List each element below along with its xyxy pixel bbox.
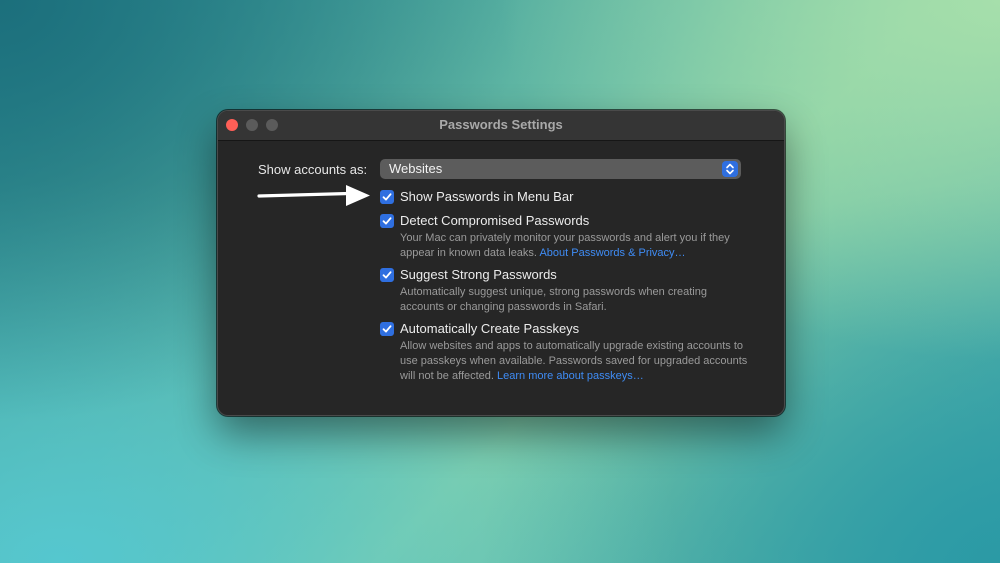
show-accounts-label: Show accounts as:	[258, 162, 368, 177]
show-accounts-value: Websites	[389, 161, 443, 176]
passwords-settings-window: Passwords Settings Show accounts as: Web…	[217, 110, 785, 416]
option-description: Allow websites and apps to automatically…	[400, 340, 748, 382]
option-label: Automatically Create Passkeys	[400, 321, 580, 336]
checkmark-icon	[382, 325, 392, 333]
option-label: Detect Compromised Passwords	[400, 213, 590, 228]
window-title: Passwords Settings	[439, 117, 563, 132]
detect-compromised-checkbox[interactable]	[380, 214, 394, 228]
checkmark-icon	[382, 193, 392, 201]
option-label: Suggest Strong Passwords	[400, 267, 557, 282]
about-passwords-privacy-link[interactable]: About Passwords & Privacy…	[539, 247, 685, 259]
show-accounts-popup[interactable]: Websites	[380, 159, 741, 179]
updown-chevron-icon	[722, 161, 738, 177]
title-bar: Passwords Settings	[218, 111, 784, 141]
option-description: Automatically suggest unique, strong pas…	[400, 286, 707, 313]
show-in-menu-bar-checkbox[interactable]	[380, 190, 394, 204]
learn-more-passkeys-link[interactable]: Learn more about passkeys…	[497, 370, 644, 382]
create-passkeys-checkbox[interactable]	[380, 322, 394, 336]
annotation-arrow-icon	[257, 185, 370, 206]
checkmark-icon	[382, 217, 392, 225]
option-description: Your Mac can privately monitor your pass…	[400, 232, 730, 259]
option-label: Show Passwords in Menu Bar	[400, 189, 574, 204]
suggest-strong-checkbox[interactable]	[380, 268, 394, 282]
checkmark-icon	[382, 271, 392, 279]
